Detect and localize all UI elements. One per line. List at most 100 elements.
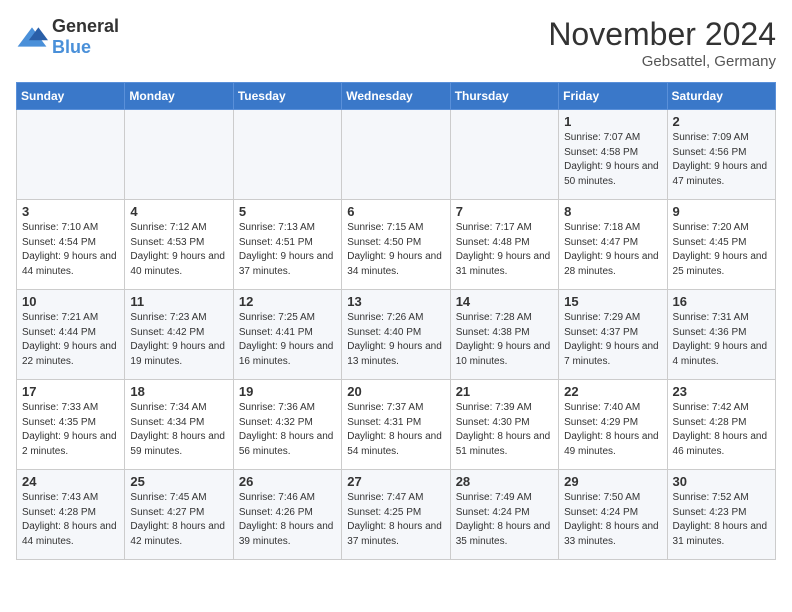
calendar-cell: 15 Sunrise: 7:29 AMSunset: 4:37 PMDaylig…: [559, 290, 667, 380]
day-info: Sunrise: 7:10 AMSunset: 4:54 PMDaylight:…: [22, 221, 119, 279]
calendar-week-row: 24 Sunrise: 7:43 AMSunset: 4:28 PMDaylig…: [17, 470, 776, 560]
calendar-cell: 4 Sunrise: 7:12 AMSunset: 4:53 PMDayligh…: [125, 200, 233, 290]
day-number: 7: [456, 204, 553, 219]
day-info: Sunrise: 7:12 AMSunset: 4:53 PMDaylight:…: [130, 221, 227, 279]
calendar-week-row: 10 Sunrise: 7:21 AMSunset: 4:44 PMDaylig…: [17, 290, 776, 380]
header-thursday: Thursday: [450, 83, 558, 110]
calendar-cell: 7 Sunrise: 7:17 AMSunset: 4:48 PMDayligh…: [450, 200, 558, 290]
day-number: 15: [564, 294, 661, 309]
day-info: Sunrise: 7:37 AMSunset: 4:31 PMDaylight:…: [347, 401, 444, 459]
day-info: Sunrise: 7:13 AMSunset: 4:51 PMDaylight:…: [239, 221, 336, 279]
month-title: November 2024: [548, 16, 776, 53]
calendar-cell: 16 Sunrise: 7:31 AMSunset: 4:36 PMDaylig…: [667, 290, 775, 380]
day-number: 10: [22, 294, 119, 309]
day-info: Sunrise: 7:40 AMSunset: 4:29 PMDaylight:…: [564, 401, 661, 459]
logo-blue-text: Blue: [52, 37, 91, 57]
day-number: 28: [456, 474, 553, 489]
calendar-cell: 12 Sunrise: 7:25 AMSunset: 4:41 PMDaylig…: [233, 290, 341, 380]
day-info: Sunrise: 7:42 AMSunset: 4:28 PMDaylight:…: [673, 401, 770, 459]
day-info: Sunrise: 7:25 AMSunset: 4:41 PMDaylight:…: [239, 311, 336, 369]
calendar-cell: [342, 110, 450, 200]
calendar-cell: [125, 110, 233, 200]
day-number: 16: [673, 294, 770, 309]
day-info: Sunrise: 7:34 AMSunset: 4:34 PMDaylight:…: [130, 401, 227, 459]
day-info: Sunrise: 7:21 AMSunset: 4:44 PMDaylight:…: [22, 311, 119, 369]
day-info: Sunrise: 7:47 AMSunset: 4:25 PMDaylight:…: [347, 491, 444, 549]
day-number: 3: [22, 204, 119, 219]
header-monday: Monday: [125, 83, 233, 110]
day-number: 9: [673, 204, 770, 219]
calendar-cell: [450, 110, 558, 200]
day-number: 18: [130, 384, 227, 399]
day-info: Sunrise: 7:49 AMSunset: 4:24 PMDaylight:…: [456, 491, 553, 549]
day-info: Sunrise: 7:52 AMSunset: 4:23 PMDaylight:…: [673, 491, 770, 549]
day-info: Sunrise: 7:39 AMSunset: 4:30 PMDaylight:…: [456, 401, 553, 459]
calendar-cell: [17, 110, 125, 200]
calendar-body: 1 Sunrise: 7:07 AMSunset: 4:58 PMDayligh…: [17, 110, 776, 560]
day-info: Sunrise: 7:29 AMSunset: 4:37 PMDaylight:…: [564, 311, 661, 369]
day-info: Sunrise: 7:20 AMSunset: 4:45 PMDaylight:…: [673, 221, 770, 279]
day-info: Sunrise: 7:50 AMSunset: 4:24 PMDaylight:…: [564, 491, 661, 549]
calendar-cell: 14 Sunrise: 7:28 AMSunset: 4:38 PMDaylig…: [450, 290, 558, 380]
calendar-cell: 27 Sunrise: 7:47 AMSunset: 4:25 PMDaylig…: [342, 470, 450, 560]
day-info: Sunrise: 7:36 AMSunset: 4:32 PMDaylight:…: [239, 401, 336, 459]
header-saturday: Saturday: [667, 83, 775, 110]
calendar-cell: 9 Sunrise: 7:20 AMSunset: 4:45 PMDayligh…: [667, 200, 775, 290]
header-tuesday: Tuesday: [233, 83, 341, 110]
calendar-cell: 10 Sunrise: 7:21 AMSunset: 4:44 PMDaylig…: [17, 290, 125, 380]
day-number: 17: [22, 384, 119, 399]
day-number: 11: [130, 294, 227, 309]
calendar-cell: 8 Sunrise: 7:18 AMSunset: 4:47 PMDayligh…: [559, 200, 667, 290]
day-number: 14: [456, 294, 553, 309]
day-info: Sunrise: 7:43 AMSunset: 4:28 PMDaylight:…: [22, 491, 119, 549]
calendar-cell: 5 Sunrise: 7:13 AMSunset: 4:51 PMDayligh…: [233, 200, 341, 290]
location: Gebsattel, Germany: [548, 53, 776, 70]
day-number: 19: [239, 384, 336, 399]
day-number: 24: [22, 474, 119, 489]
calendar-table: Sunday Monday Tuesday Wednesday Thursday…: [16, 82, 776, 560]
day-info: Sunrise: 7:15 AMSunset: 4:50 PMDaylight:…: [347, 221, 444, 279]
calendar-cell: 1 Sunrise: 7:07 AMSunset: 4:58 PMDayligh…: [559, 110, 667, 200]
calendar-cell: 28 Sunrise: 7:49 AMSunset: 4:24 PMDaylig…: [450, 470, 558, 560]
day-info: Sunrise: 7:33 AMSunset: 4:35 PMDaylight:…: [22, 401, 119, 459]
day-number: 2: [673, 114, 770, 129]
day-info: Sunrise: 7:09 AMSunset: 4:56 PMDaylight:…: [673, 131, 770, 189]
day-info: Sunrise: 7:26 AMSunset: 4:40 PMDaylight:…: [347, 311, 444, 369]
logo-general-text: General: [52, 16, 119, 36]
day-number: 1: [564, 114, 661, 129]
calendar-week-row: 1 Sunrise: 7:07 AMSunset: 4:58 PMDayligh…: [17, 110, 776, 200]
calendar-week-row: 3 Sunrise: 7:10 AMSunset: 4:54 PMDayligh…: [17, 200, 776, 290]
day-info: Sunrise: 7:45 AMSunset: 4:27 PMDaylight:…: [130, 491, 227, 549]
day-number: 27: [347, 474, 444, 489]
day-number: 26: [239, 474, 336, 489]
day-info: Sunrise: 7:31 AMSunset: 4:36 PMDaylight:…: [673, 311, 770, 369]
day-number: 5: [239, 204, 336, 219]
calendar-cell: 13 Sunrise: 7:26 AMSunset: 4:40 PMDaylig…: [342, 290, 450, 380]
day-info: Sunrise: 7:07 AMSunset: 4:58 PMDaylight:…: [564, 131, 661, 189]
calendar-week-row: 17 Sunrise: 7:33 AMSunset: 4:35 PMDaylig…: [17, 380, 776, 470]
calendar-cell: 29 Sunrise: 7:50 AMSunset: 4:24 PMDaylig…: [559, 470, 667, 560]
day-info: Sunrise: 7:17 AMSunset: 4:48 PMDaylight:…: [456, 221, 553, 279]
calendar-cell: 11 Sunrise: 7:23 AMSunset: 4:42 PMDaylig…: [125, 290, 233, 380]
header-wednesday: Wednesday: [342, 83, 450, 110]
day-number: 8: [564, 204, 661, 219]
calendar-cell: 22 Sunrise: 7:40 AMSunset: 4:29 PMDaylig…: [559, 380, 667, 470]
day-number: 22: [564, 384, 661, 399]
day-info: Sunrise: 7:23 AMSunset: 4:42 PMDaylight:…: [130, 311, 227, 369]
calendar-cell: 30 Sunrise: 7:52 AMSunset: 4:23 PMDaylig…: [667, 470, 775, 560]
calendar-cell: 26 Sunrise: 7:46 AMSunset: 4:26 PMDaylig…: [233, 470, 341, 560]
weekday-row: Sunday Monday Tuesday Wednesday Thursday…: [17, 83, 776, 110]
header-sunday: Sunday: [17, 83, 125, 110]
calendar-cell: 17 Sunrise: 7:33 AMSunset: 4:35 PMDaylig…: [17, 380, 125, 470]
day-number: 30: [673, 474, 770, 489]
day-number: 12: [239, 294, 336, 309]
calendar-header: Sunday Monday Tuesday Wednesday Thursday…: [17, 83, 776, 110]
calendar-cell: 25 Sunrise: 7:45 AMSunset: 4:27 PMDaylig…: [125, 470, 233, 560]
day-number: 20: [347, 384, 444, 399]
logo-icon: [16, 23, 48, 51]
day-info: Sunrise: 7:18 AMSunset: 4:47 PMDaylight:…: [564, 221, 661, 279]
calendar-cell: 3 Sunrise: 7:10 AMSunset: 4:54 PMDayligh…: [17, 200, 125, 290]
day-number: 6: [347, 204, 444, 219]
header-friday: Friday: [559, 83, 667, 110]
calendar-cell: 6 Sunrise: 7:15 AMSunset: 4:50 PMDayligh…: [342, 200, 450, 290]
